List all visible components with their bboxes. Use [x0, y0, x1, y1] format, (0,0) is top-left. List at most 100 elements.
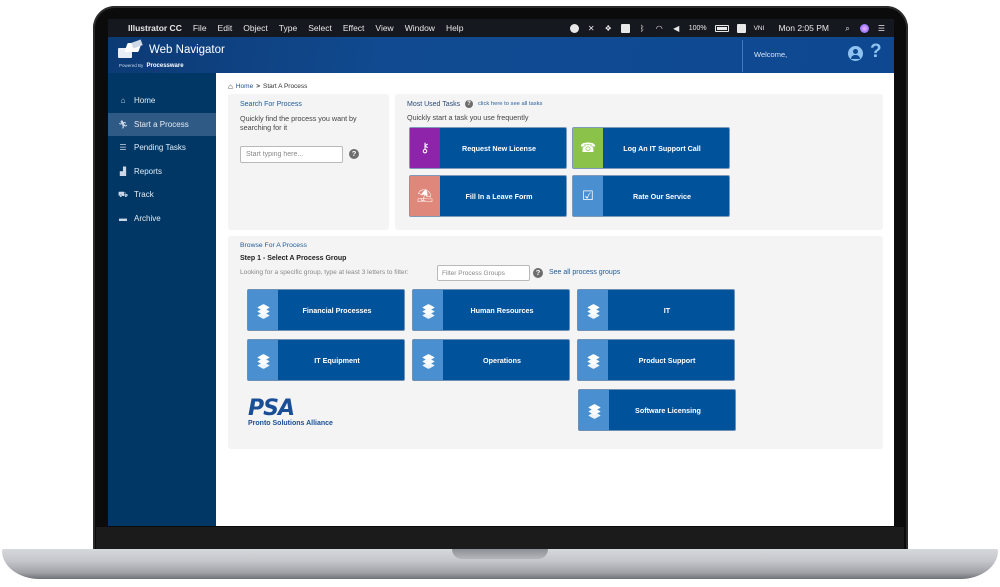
battery-icon[interactable]	[714, 24, 729, 32]
battery-percent: 100%	[688, 24, 707, 32]
sidebar-item-pending-tasks[interactable]: ☰ Pending Tasks	[108, 136, 216, 160]
psa-logo: PSA Pronto Solutions Alliance	[248, 396, 333, 428]
sidebar-item-label: Start a Process	[134, 119, 189, 129]
menu-window[interactable]: Window	[405, 23, 435, 33]
browse-panel: Browse For A Process Step 1 - Select A P…	[228, 236, 883, 449]
see-all-tasks-link[interactable]: click here to see all tasks	[478, 101, 542, 107]
search-panel: Search For Process Quickly find the proc…	[228, 94, 389, 230]
app-title: Web Navigator	[149, 44, 225, 56]
task-label: Rate Our Service	[633, 191, 691, 201]
wifi-icon[interactable]: ◠	[655, 24, 664, 33]
sidebar-item-label: Reports	[134, 166, 163, 176]
siri-icon[interactable]	[860, 23, 869, 33]
input-source-label[interactable]: VNI	[754, 25, 765, 32]
group-label: Software Licensing	[635, 405, 701, 415]
group-financial-processes[interactable]: Financial Processes	[247, 289, 405, 331]
layers-icon	[248, 290, 278, 330]
web-navigator-logo-icon	[118, 39, 146, 59]
group-label: Financial Processes	[302, 305, 372, 315]
home-icon[interactable]: ⌂	[228, 82, 233, 91]
task-fill-in-leave-form[interactable]: ⛱ Fill In a Leave Form	[409, 175, 567, 217]
group-label: Product Support	[638, 355, 696, 365]
task-label: Log An IT Support Call	[623, 143, 701, 153]
sidebar-item-home[interactable]: ⌂ Home	[108, 89, 216, 113]
most-used-title: Most Used Tasks	[407, 101, 461, 108]
checkmark-status-icon[interactable]	[569, 23, 579, 33]
group-software-licensing[interactable]: Software Licensing	[578, 389, 736, 431]
clock[interactable]: Mon 2:05 PM	[778, 23, 829, 33]
menu-view[interactable]: View	[375, 23, 393, 33]
layers-icon	[578, 290, 608, 330]
spotlight-search-icon[interactable]: ⌕	[843, 24, 852, 33]
sidebar-nav: ⌂ Home 🏃︎ Start a Process ☰ Pending Task…	[108, 73, 216, 526]
notification-center-icon[interactable]: ☰	[877, 24, 886, 33]
psa-logo-mark: PSA	[248, 396, 295, 421]
checklist-icon: ☑	[573, 176, 603, 216]
dropbox-icon[interactable]: ❖	[604, 24, 613, 33]
main-content: ⌂ Home > Start A Process Search For Proc…	[216, 73, 894, 526]
group-it-equipment[interactable]: IT Equipment	[247, 339, 405, 381]
most-used-help-icon[interactable]: ?	[465, 100, 473, 108]
header-divider	[742, 40, 743, 72]
layers-icon	[578, 340, 608, 380]
help-icon[interactable]: ?	[870, 41, 882, 63]
bluetooth-icon[interactable]: ᛒ	[638, 24, 647, 33]
menu-edit[interactable]: Edit	[218, 23, 233, 33]
group-product-support[interactable]: Product Support	[577, 339, 735, 381]
status-menus: ✕ ❖ ᛒ ◠ ◀ 100% VNI Mon 2:05 PM ⌕ ☰	[569, 19, 886, 37]
menu-select[interactable]: Select	[308, 23, 332, 33]
group-it[interactable]: IT	[577, 289, 735, 331]
see-all-process-groups-link[interactable]: See all process groups	[549, 269, 620, 276]
volume-icon[interactable]: ◀	[672, 24, 681, 33]
breadcrumb-current: Start A Process	[262, 83, 308, 90]
search-panel-description: Quickly find the process you want by sea…	[240, 114, 357, 132]
sidebar-item-label: Archive	[134, 213, 161, 223]
sidebar-item-label: Home	[134, 96, 156, 106]
menu-object[interactable]: Object	[243, 23, 268, 33]
group-label: IT	[663, 305, 671, 315]
task-rate-our-service[interactable]: ☑ Rate Our Service	[572, 175, 730, 217]
sidebar-item-archive[interactable]: ▬ Archive	[108, 207, 216, 231]
menu-effect[interactable]: Effect	[343, 23, 365, 33]
beach-icon: ⛱	[410, 176, 440, 216]
menu-type[interactable]: Type	[279, 23, 297, 33]
home-icon: ⌂	[120, 96, 126, 106]
menu-app-name[interactable]: Illustrator CC	[128, 23, 182, 33]
layers-icon	[413, 340, 443, 380]
sidebar-item-start-a-process[interactable]: 🏃︎ Start a Process	[108, 112, 216, 136]
sidebar-item-reports[interactable]: ▟ Reports	[108, 160, 216, 184]
step-label: Step 1 - Select A Process Group	[240, 255, 347, 262]
powered-by: Powered By Processware	[119, 63, 184, 69]
search-panel-title: Search For Process	[240, 101, 302, 108]
menu-help[interactable]: Help	[446, 23, 463, 33]
powered-by-brand: Processware	[146, 63, 184, 69]
breadcrumb-home-link[interactable]: Home	[236, 83, 253, 90]
display-icon[interactable]	[620, 23, 630, 33]
breadcrumb-separator: >	[256, 83, 260, 90]
headset-icon: ☎	[573, 128, 603, 168]
group-operations[interactable]: Operations	[412, 339, 570, 381]
sidebar-item-track[interactable]: ⛟ Track	[108, 183, 216, 207]
filter-help-icon[interactable]: ?	[533, 268, 543, 278]
menu-file[interactable]: File	[193, 23, 207, 33]
layers-icon	[413, 290, 443, 330]
keyboard-input-icon[interactable]	[736, 23, 746, 33]
process-search-input[interactable]	[240, 146, 343, 163]
user-account-icon[interactable]	[848, 46, 863, 61]
group-human-resources[interactable]: Human Resources	[412, 289, 570, 331]
filter-process-groups-input[interactable]	[437, 265, 530, 281]
app-logo[interactable]: Web Navigator	[118, 39, 225, 59]
archive-icon: ▬	[119, 213, 127, 223]
group-label: IT Equipment	[314, 355, 360, 365]
list-icon: ☰	[119, 143, 127, 153]
task-request-new-license[interactable]: ⚷ Request New License	[409, 127, 567, 169]
layers-icon	[248, 340, 278, 380]
task-log-it-support-call[interactable]: ☎ Log An IT Support Call	[572, 127, 730, 169]
tool-status-icon[interactable]: ✕	[587, 24, 596, 33]
sidebar-item-label: Pending Tasks	[134, 143, 186, 153]
most-used-tasks-panel: Most Used Tasks ? click here to see all …	[395, 94, 883, 230]
breadcrumb: ⌂ Home > Start A Process	[228, 82, 307, 91]
most-used-description: Quickly start a task you use frequently	[407, 113, 529, 122]
powered-by-prefix: Powered By	[119, 63, 144, 68]
search-help-icon[interactable]: ?	[349, 149, 359, 159]
